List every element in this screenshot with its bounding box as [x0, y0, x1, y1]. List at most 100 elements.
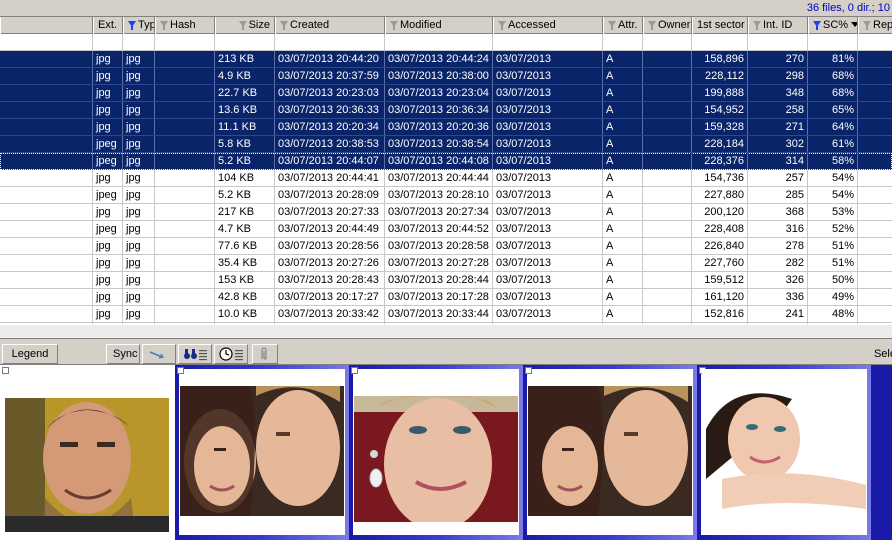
table-row[interactable]: jpg jpg 10.0 KB 03/07/2013 20:33:42 03/07/20… — [0, 306, 892, 323]
cell-intid: 316 — [748, 221, 808, 237]
table-row[interactable]: jpeg jpg 5.2 KB 03/07/2013 20:44:07 03/07/20… — [0, 153, 892, 170]
thumb-couple-closeup-2[interactable] — [523, 365, 697, 540]
cell-created: 03/07/2013 20:38:53 — [275, 136, 385, 152]
cell-rep — [858, 289, 892, 305]
column-header-sc[interactable]: SC% — [808, 17, 858, 34]
column-header-attr[interactable]: Attr. — [603, 17, 643, 34]
table-row[interactable]: jpg jpg 77.6 KB 03/07/2013 20:28:56 03/07/20… — [0, 238, 892, 255]
table-row[interactable] — [0, 34, 892, 51]
cell-hash — [155, 51, 215, 67]
thumb-couple-closeup[interactable] — [175, 365, 349, 540]
cell-attr — [603, 34, 643, 50]
cell-sc: 51% — [808, 238, 858, 254]
column-header-type[interactable]: Typ — [123, 17, 155, 34]
filter-funnel-icon[interactable] — [498, 21, 506, 30]
table-row[interactable]: jpg jpg 11.1 KB 03/07/2013 20:20:34 03/07/20… — [0, 119, 892, 136]
filter-funnel-icon[interactable] — [238, 21, 247, 30]
thumb-man-smiling[interactable] — [0, 365, 174, 540]
table-row[interactable]: jpeg jpg 5.8 KB 03/07/2013 20:38:53 03/07/20… — [0, 136, 892, 153]
table-row[interactable]: jpeg jpg 4.7 KB 03/07/2013 20:44:49 03/07/20… — [0, 221, 892, 238]
column-header-size[interactable]: Size — [215, 17, 275, 34]
cell-modified: 03/07/2013 20:23:04 — [385, 85, 493, 101]
thumb-woman-earring[interactable] — [349, 365, 523, 540]
cell-hash — [155, 170, 215, 186]
cell-name — [0, 272, 93, 288]
cell-ext: jpeg — [93, 136, 123, 152]
column-header-modified[interactable]: Modified — [385, 17, 493, 34]
column-header-label: Int. ID — [763, 19, 793, 31]
file-list-grid[interactable]: Ext. Typ Hash Size Created Modified Accessed At… — [0, 17, 892, 324]
binoculars-list-button[interactable] — [178, 344, 212, 364]
cell-accessed: 03/07/2013 — [493, 136, 603, 152]
cell-type: jpg — [123, 187, 155, 203]
cell-sc: 54% — [808, 170, 858, 186]
column-header-sector[interactable]: 1st sector — [692, 17, 748, 34]
table-row[interactable]: jpg jpg 13.6 KB 03/07/2013 20:36:33 03/07/20… — [0, 102, 892, 119]
table-row[interactable]: jpg jpg 217 KB 03/07/2013 20:27:33 03/07/201… — [0, 204, 892, 221]
cell-created: 03/07/2013 20:37:59 — [275, 68, 385, 84]
sort-descending-icon — [851, 22, 857, 27]
cell-name — [0, 238, 93, 254]
cell-attr: A — [603, 85, 643, 101]
cell-accessed: 03/07/2013 — [493, 306, 603, 322]
legend-button[interactable]: Legend — [2, 344, 58, 364]
cell-rep — [858, 51, 892, 67]
column-header-intid[interactable]: Int. ID — [748, 17, 808, 34]
cell-hash — [155, 136, 215, 152]
thumb-checkbox[interactable] — [351, 367, 358, 374]
column-header-label: SC% — [823, 19, 849, 31]
table-row[interactable]: jpg jpg 104 KB 03/07/2013 20:44:41 03/07/201… — [0, 170, 892, 187]
cell-accessed: 03/07/2013 — [493, 68, 603, 84]
cell-owner — [643, 119, 692, 135]
cell-owner — [643, 34, 692, 50]
cell-intid: 271 — [748, 119, 808, 135]
attachment-button[interactable] — [252, 344, 278, 364]
cell-type: jpg — [123, 51, 155, 67]
thumb-partial[interactable] — [871, 365, 892, 540]
cell-intid: 241 — [748, 306, 808, 322]
column-header-created[interactable]: Created — [275, 17, 385, 34]
filter-funnel-icon[interactable] — [280, 21, 288, 30]
cell-type: jpg — [123, 272, 155, 288]
thumb-checkbox[interactable] — [2, 367, 9, 374]
cell-name — [0, 68, 93, 84]
filter-funnel-icon[interactable] — [608, 21, 616, 30]
table-row[interactable]: jpg jpg 42.8 KB 03/07/2013 20:17:27 03/07/20… — [0, 289, 892, 306]
cell-name — [0, 170, 93, 186]
table-row[interactable]: jpg jpg 35.4 KB 03/07/2013 20:27:26 03/07/20… — [0, 255, 892, 272]
cell-type: jpg — [123, 68, 155, 84]
thumb-woman-lying[interactable] — [697, 365, 871, 540]
column-header-accessed[interactable]: Accessed — [493, 17, 603, 34]
sync-button[interactable]: Sync — [106, 344, 140, 364]
filter-funnel-icon[interactable] — [128, 21, 136, 30]
cell-name — [0, 119, 93, 135]
cell-rep — [858, 170, 892, 186]
cell-hash — [155, 85, 215, 101]
cell-intid: 348 — [748, 85, 808, 101]
cell-sector: 161,120 — [692, 289, 748, 305]
filter-funnel-icon[interactable] — [863, 21, 871, 30]
filter-funnel-icon[interactable] — [390, 21, 398, 30]
table-row[interactable]: jpg jpg 4.9 KB 03/07/2013 20:37:59 03/07/201… — [0, 68, 892, 85]
filter-funnel-icon[interactable] — [753, 21, 761, 30]
column-header-ext[interactable]: Ext. — [93, 17, 123, 34]
filter-funnel-icon[interactable] — [813, 21, 821, 30]
thumb-checkbox[interactable] — [525, 367, 532, 374]
thumb-checkbox[interactable] — [177, 367, 184, 374]
column-header-hash[interactable]: Hash — [155, 17, 215, 34]
cell-sector: 159,512 — [692, 272, 748, 288]
cell-rep — [858, 119, 892, 135]
column-header-rep[interactable]: Rep — [858, 17, 892, 34]
clock-list-button[interactable] — [214, 344, 248, 364]
table-row[interactable]: jpeg jpg 5.2 KB 03/07/2013 20:28:09 03/07/20… — [0, 187, 892, 204]
sync-arrow-button[interactable] — [142, 344, 176, 364]
table-row[interactable]: jpg jpg 22.7 KB 03/07/2013 20:23:03 03/07/20… — [0, 85, 892, 102]
column-header-owner[interactable]: Owner — [643, 17, 692, 34]
table-row[interactable]: jpg jpg 213 KB 03/07/2013 20:44:20 03/07/201… — [0, 51, 892, 68]
table-row[interactable]: jpg jpg 153 KB 03/07/2013 20:28:43 03/07/201… — [0, 272, 892, 289]
filter-funnel-icon[interactable] — [648, 21, 656, 30]
filter-funnel-icon[interactable] — [160, 21, 168, 30]
cell-intid: 314 — [748, 153, 808, 169]
thumbnail-gallery[interactable] — [0, 365, 892, 540]
cell-owner — [643, 238, 692, 254]
